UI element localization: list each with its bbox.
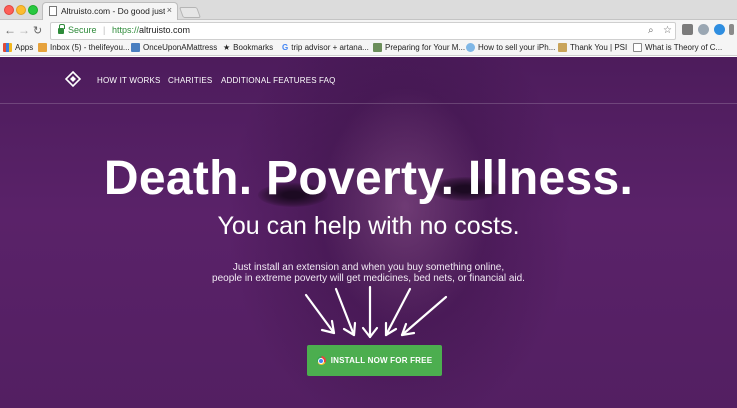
chrome-icon xyxy=(316,356,326,365)
new-tab-button[interactable] xyxy=(178,7,202,18)
tab-title: Altruisto.com - Do good just by xyxy=(61,6,165,16)
cloud-extension-icon[interactable] xyxy=(698,24,709,35)
globe-icon xyxy=(466,43,475,52)
secure-label: Secure xyxy=(68,25,97,35)
hero-description: Just install an extension and when you b… xyxy=(0,262,737,284)
bookmark-apps[interactable]: Apps xyxy=(3,43,33,52)
site-icon xyxy=(373,43,382,52)
bookmark-how-to-sell[interactable]: How to sell your iPh... xyxy=(466,43,555,52)
address-bar[interactable]: Secure | https://altruisto.com ⌕ ☆ xyxy=(50,22,676,40)
page-icon xyxy=(633,43,642,52)
google-icon: G xyxy=(282,43,289,52)
bookmark-thank-you-psi[interactable]: Thank You | PSI xyxy=(558,43,627,52)
tab-close-icon[interactable]: × xyxy=(167,5,172,15)
url-separator: | xyxy=(103,25,106,35)
reload-icon[interactable]: ↻ xyxy=(33,24,42,37)
search-icon[interactable]: ⌕ xyxy=(648,25,654,36)
menu-icon[interactable] xyxy=(729,24,734,35)
nav-additional-features[interactable]: ADDITIONAL FEATURES xyxy=(221,76,317,85)
altruisto-logo-icon[interactable] xyxy=(65,71,81,87)
star-icon: ★ xyxy=(223,43,231,52)
hero-subhead: You can help with no costs. xyxy=(217,212,520,240)
bookmark-onceuponamattress[interactable]: OnceUponAMattress xyxy=(131,43,217,52)
minimize-window-button[interactable] xyxy=(16,5,26,15)
page-icon xyxy=(131,43,140,52)
hero-description-line-2: people in extreme poverty will get medic… xyxy=(212,273,525,284)
lock-icon xyxy=(58,24,65,34)
url-host: altruisto.com xyxy=(139,25,191,35)
nav-faq[interactable]: FAQ xyxy=(319,76,336,85)
gmail-icon xyxy=(38,43,47,52)
site-navbar: HOW IT WORKS CHARITIES ADDITIONAL FEATUR… xyxy=(0,57,737,104)
hero-section: HOW IT WORKS CHARITIES ADDITIONAL FEATUR… xyxy=(0,57,737,408)
page-icon xyxy=(49,6,57,16)
nav-how-it-works[interactable]: HOW IT WORKS xyxy=(97,76,161,85)
hand-drawn-arrows-icon xyxy=(304,285,448,339)
forward-icon[interactable]: → xyxy=(18,23,30,37)
extension-icon[interactable] xyxy=(682,24,693,35)
hero-headline: Death. Poverty. Illness. xyxy=(103,152,634,205)
bookmark-inbox[interactable]: Inbox (5) - thelifeyou... xyxy=(38,43,130,52)
zoom-window-button[interactable] xyxy=(28,5,38,15)
url-scheme: https:// xyxy=(112,25,140,35)
tab-strip: Altruisto.com - Do good just by × xyxy=(0,0,737,20)
close-window-button[interactable] xyxy=(4,5,14,15)
install-now-button[interactable]: INSTALL NOW FOR FREE xyxy=(307,345,442,376)
nav-charities[interactable]: CHARITIES xyxy=(168,76,212,85)
apps-grid-icon xyxy=(3,43,12,52)
hero-description-line-1: Just install an extension and when you b… xyxy=(232,262,505,273)
bookmark-bookmarks[interactable]: ★ Bookmarks xyxy=(223,43,273,52)
bookmark-theory-of-change[interactable]: What is Theory of C... xyxy=(633,43,722,52)
bookmark-star-icon[interactable]: ☆ xyxy=(663,25,672,36)
bookmarks-bar: Apps Inbox (5) - thelifeyou... OnceUponA… xyxy=(0,42,737,56)
url-text: https://altruisto.com xyxy=(112,25,190,35)
browser-tab[interactable]: Altruisto.com - Do good just by × xyxy=(42,2,178,20)
bookmark-trip-advisor[interactable]: Gtrip advisor + artana... xyxy=(282,43,369,52)
bookmark-preparing[interactable]: Preparing for Your M... xyxy=(373,43,465,52)
browser-toolbar: ← → ↻ Secure | https://altruisto.com ⌕ ☆ xyxy=(0,20,737,42)
back-icon[interactable]: ← xyxy=(4,23,16,37)
messenger-extension-icon[interactable] xyxy=(714,24,725,35)
install-now-label: INSTALL NOW FOR FREE xyxy=(330,356,433,365)
psi-icon xyxy=(558,43,567,52)
